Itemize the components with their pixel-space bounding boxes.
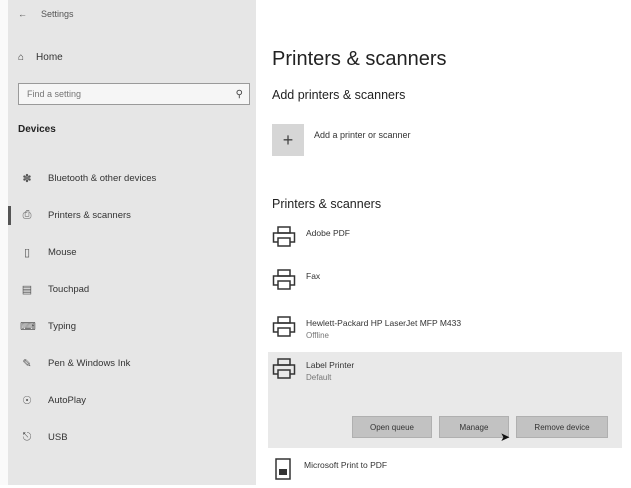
sidebar: ← Settings ⌂ Home ⚲ Devices ✽ Bluetooth …	[8, 0, 256, 485]
settings-window: ← Settings ⌂ Home ⚲ Devices ✽ Bluetooth …	[0, 0, 631, 485]
printer-item-hp-laserjet[interactable]: Hewlett-Packard HP LaserJet MFP M433 Off…	[268, 310, 622, 346]
add-heading: Add printers & scanners	[272, 88, 406, 102]
sidebar-item-touchpad[interactable]: ▤ Touchpad	[8, 271, 256, 308]
add-printer-label: Add a printer or scanner	[314, 130, 411, 140]
printer-item-fax[interactable]: Fax	[268, 263, 622, 297]
printers-heading: Printers & scanners	[272, 197, 382, 211]
printer-status: Default	[306, 373, 332, 382]
window-edge	[0, 0, 8, 485]
search-icon[interactable]: ⚲	[236, 89, 243, 100]
printer-name: Microsoft Print to PDF	[304, 460, 388, 470]
page-title: Printers & scanners	[272, 48, 447, 70]
sidebar-item-usb[interactable]: ⎋ USB	[8, 419, 256, 456]
mouse-cursor-icon: ➤	[500, 430, 511, 444]
sidebar-item-pen[interactable]: ✎ Pen & Windows Ink	[8, 345, 256, 382]
printer-name: Fax	[306, 271, 321, 281]
printer-icon: ⎙	[22, 209, 32, 221]
back-arrow-icon[interactable]: ←	[18, 9, 27, 19]
sidebar-item-typing[interactable]: ⌨ Typing	[8, 308, 256, 345]
add-printer-button[interactable]: + Add a printer or scanner	[272, 124, 411, 156]
sidebar-item-label: Pen & Windows Ink	[48, 358, 131, 369]
search-box[interactable]: ⚲	[18, 83, 250, 105]
printer-name: Adobe PDF	[306, 228, 350, 238]
section-heading: Devices	[18, 124, 56, 135]
printer-item-microsoft-print-to-pdf[interactable]: Microsoft Print to PDF	[268, 452, 622, 488]
sidebar-item-label: Bluetooth & other devices	[48, 173, 157, 184]
home-link[interactable]: ⌂ Home	[18, 52, 63, 63]
manage-button[interactable]: Manage	[439, 416, 509, 438]
printer-item-adobe-pdf[interactable]: Adobe PDF	[268, 220, 622, 254]
printer-name: Label Printer	[306, 360, 355, 370]
sidebar-item-mouse[interactable]: ▯ Mouse	[8, 234, 256, 271]
printer-actions: Open queue Manage Remove device	[352, 416, 608, 438]
sidebar-item-autoplay[interactable]: ☉ AutoPlay	[8, 382, 256, 419]
printer-name: Hewlett-Packard HP LaserJet MFP M433	[306, 318, 462, 328]
usb-icon: ⎋	[22, 431, 32, 443]
pen-icon: ✎	[22, 358, 32, 370]
sidebar-item-bluetooth[interactable]: ✽ Bluetooth & other devices	[8, 160, 256, 197]
search-input[interactable]	[25, 88, 229, 100]
home-label: Home	[36, 52, 63, 63]
pdf-printer-icon	[272, 458, 294, 482]
plus-icon: +	[272, 124, 304, 156]
main-panel: Printers & scanners Add printers & scann…	[256, 0, 631, 485]
printer-icon	[272, 269, 296, 291]
sidebar-item-label: USB	[48, 432, 68, 443]
sidebar-item-printers[interactable]: ⎙ Printers & scanners	[8, 197, 256, 234]
printer-status: Offline	[306, 331, 329, 340]
keyboard-icon: ⌨	[20, 321, 36, 333]
window-title: Settings	[41, 9, 74, 19]
sidebar-item-label: Touchpad	[48, 284, 90, 295]
open-queue-button[interactable]: Open queue	[352, 416, 432, 438]
touchpad-icon: ▤	[21, 284, 33, 296]
printer-icon	[272, 316, 296, 338]
printer-icon	[272, 226, 296, 248]
mouse-icon: ▯	[23, 247, 31, 259]
sidebar-nav: ✽ Bluetooth & other devices ⎙ Printers &…	[8, 160, 256, 456]
sidebar-item-label: Mouse	[48, 247, 77, 258]
sidebar-item-label: AutoPlay	[48, 395, 87, 406]
remove-device-button[interactable]: Remove device	[516, 416, 608, 438]
bluetooth-icon: ✽	[22, 173, 32, 185]
title-bar: ← Settings	[18, 6, 74, 22]
printer-icon	[272, 358, 296, 380]
home-icon: ⌂	[18, 52, 25, 63]
autoplay-icon: ☉	[22, 395, 32, 407]
sidebar-item-label: Printers & scanners	[48, 210, 131, 221]
sidebar-item-label: Typing	[48, 321, 76, 332]
printer-item-label-printer[interactable]: Label Printer Default Open queue Manage …	[268, 352, 622, 448]
